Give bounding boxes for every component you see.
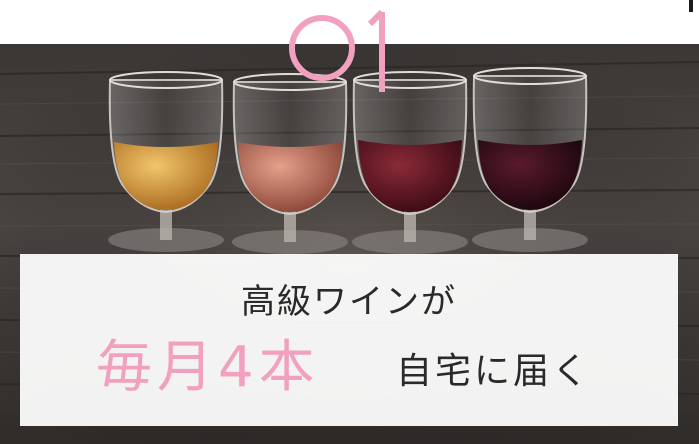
caption-line-2-rest: 自宅に届く xyxy=(396,351,592,392)
corner-mark xyxy=(689,0,693,12)
feature-card: 01 高級ワインが 毎月4本 自宅に届く xyxy=(0,0,699,444)
step-number-text: 01 xyxy=(284,4,286,5)
caption-highlight: 毎月4本 xyxy=(96,335,320,400)
caption-line-1: 高級ワインが xyxy=(241,282,457,322)
step-number-01: 01 xyxy=(284,4,385,92)
caption-panel: 高級ワインが 毎月4本 自宅に届く xyxy=(20,254,678,426)
step-digit-zero xyxy=(289,15,355,81)
step-digit-one xyxy=(367,9,385,92)
